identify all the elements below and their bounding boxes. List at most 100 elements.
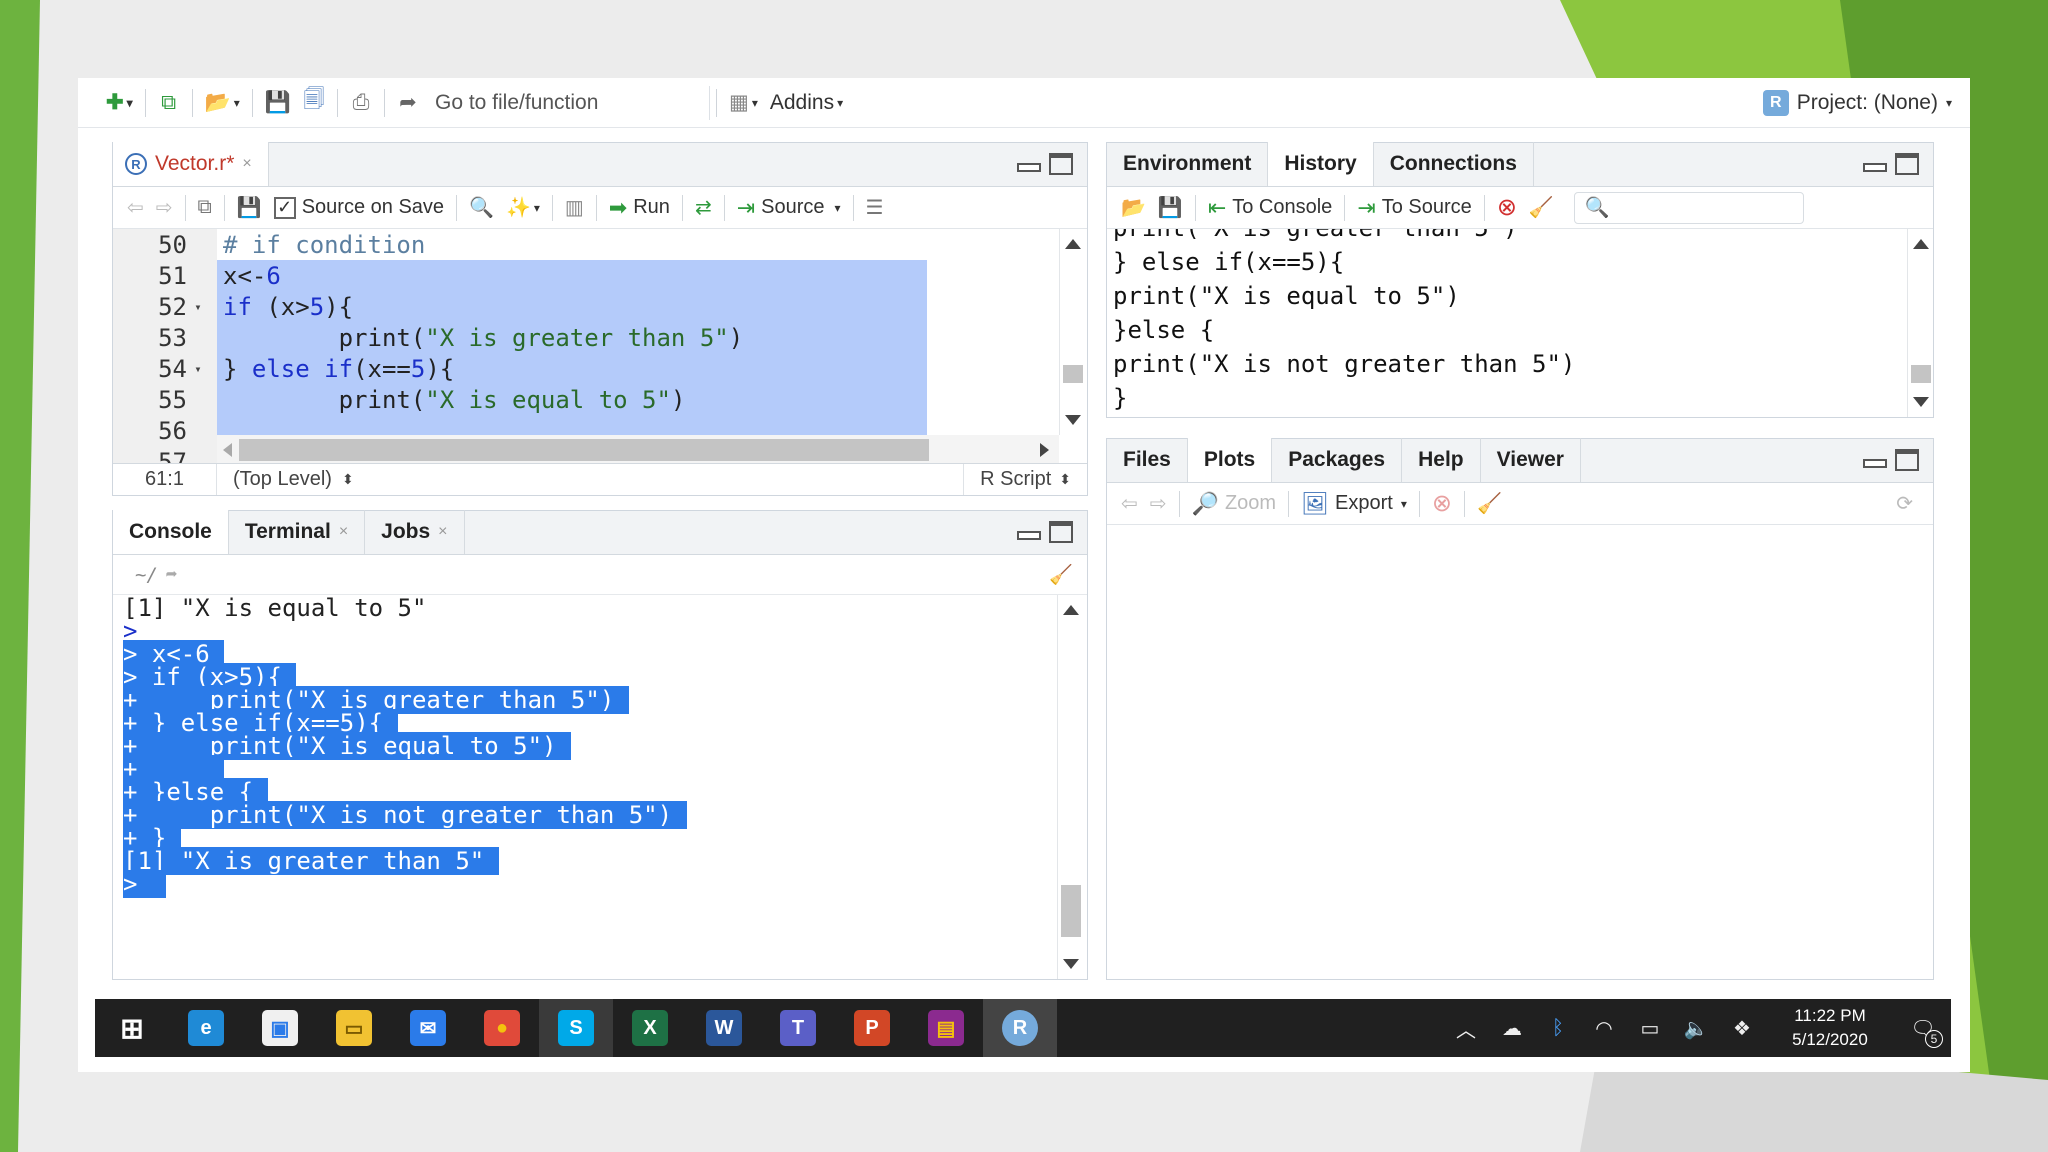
start-button[interactable]: ⊞	[95, 999, 169, 1057]
file-type-selector[interactable]: R Script ⬍	[963, 464, 1087, 495]
save-all-icon[interactable]: 🗐	[299, 86, 329, 120]
code-line[interactable]: 50 # if condition	[113, 229, 1059, 260]
chrome-app[interactable]: ●	[465, 999, 539, 1057]
word-app[interactable]: W	[687, 999, 761, 1057]
scroll-down-icon[interactable]	[1913, 397, 1929, 407]
export-button[interactable]: 🖼 Export ▾	[1295, 488, 1413, 520]
compile-report-icon[interactable]: ▥	[559, 192, 590, 224]
history-search-input[interactable]: 🔍	[1573, 191, 1804, 224]
remove-entries-icon[interactable]: ⊗	[1491, 192, 1523, 224]
editor-horizontal-scrollbar[interactable]	[217, 435, 1059, 465]
rstudio-app[interactable]: R	[983, 999, 1057, 1057]
forward-arrow-icon[interactable]: ⇨	[150, 192, 179, 224]
run-button[interactable]: ➡ Run	[603, 192, 676, 224]
bluetooth-icon[interactable]: ᛒ	[1535, 1017, 1581, 1040]
new-file-icon[interactable]: ✚ ▾	[102, 86, 137, 120]
chevron-up-icon[interactable]: ︿	[1443, 1014, 1489, 1043]
scroll-up-icon[interactable]	[1913, 239, 1929, 249]
scroll-down-icon[interactable]	[1065, 415, 1081, 425]
history-entry[interactable]: print("X is not greater than 5")	[1113, 347, 1575, 381]
goto-file-function-input[interactable]: Go to file/function	[425, 85, 710, 120]
tab-history[interactable]: History	[1268, 142, 1374, 186]
new-project-icon[interactable]: ⧉	[154, 86, 184, 120]
search-icon[interactable]: 🔍	[463, 192, 500, 224]
to-source-button[interactable]: ⇥ To Source	[1351, 192, 1478, 224]
tab-files[interactable]: Files	[1107, 438, 1188, 482]
history-entry[interactable]: print("X is greater than 5")	[1113, 229, 1518, 245]
maximize-pane-icon[interactable]	[1895, 153, 1919, 175]
battery-icon[interactable]: ▭	[1627, 1016, 1673, 1041]
scrollbar-thumb[interactable]	[1063, 365, 1083, 383]
source-on-save-checkbox[interactable]: ✓ Source on Save	[268, 192, 450, 224]
remove-plot-icon[interactable]: ⊗	[1426, 488, 1458, 520]
code-line[interactable]: 52 ▾ if (x> 5){	[113, 291, 1059, 322]
rerun-icon[interactable]: ⇄	[689, 192, 718, 224]
addins-menu[interactable]: Addins ▾	[766, 86, 847, 120]
maximize-pane-icon[interactable]	[1895, 449, 1919, 471]
save-icon[interactable]: 💾	[261, 86, 295, 120]
source-button[interactable]: ⇥ Source ▾	[731, 192, 847, 224]
wifi-icon[interactable]: ◠	[1581, 1016, 1627, 1041]
clear-plots-broom-icon[interactable]: 🧹	[1471, 488, 1508, 520]
volume-icon[interactable]: 🔈	[1673, 1016, 1719, 1041]
scroll-up-icon[interactable]	[1063, 605, 1079, 615]
scrollbar-thumb[interactable]	[1061, 885, 1081, 937]
maximize-pane-icon[interactable]	[1049, 153, 1073, 175]
history-entry[interactable]: }	[1113, 381, 1127, 415]
next-plot-icon[interactable]: ⇨	[1144, 488, 1173, 520]
tab-packages[interactable]: Packages	[1272, 438, 1403, 482]
document-outline-icon[interactable]: ☰	[860, 192, 890, 224]
show-in-window-icon[interactable]: ⧉	[192, 192, 218, 224]
to-console-button[interactable]: ⇤ To Console	[1202, 192, 1339, 224]
minimize-pane-icon[interactable]	[1015, 153, 1041, 175]
fold-chevron-icon[interactable]: ▾	[189, 362, 207, 376]
working-directory[interactable]: ~/	[135, 564, 158, 586]
tab-vector-r[interactable]: R Vector.r* ×	[113, 142, 269, 186]
save-history-icon[interactable]: 💾	[1152, 192, 1189, 224]
scroll-down-icon[interactable]	[1063, 959, 1079, 969]
code-line[interactable]: 54 ▾} else if (x== 5){	[113, 353, 1059, 384]
history-entry[interactable]: } else if(x==5){	[1113, 245, 1344, 279]
tab-environment[interactable]: Environment	[1107, 142, 1269, 186]
tab-jobs[interactable]: Jobs ×	[365, 510, 465, 554]
refresh-icon[interactable]: ⟳	[1890, 488, 1919, 520]
tab-viewer[interactable]: Viewer	[1481, 438, 1581, 482]
open-file-icon[interactable]: 📂 ▾	[201, 86, 244, 120]
goto-directory-icon[interactable]: ➦	[166, 564, 177, 586]
minimize-pane-icon[interactable]	[1861, 153, 1887, 175]
maximize-pane-icon[interactable]	[1049, 521, 1073, 543]
code-line[interactable]: 53 print("X is greater than 5")	[113, 322, 1059, 353]
clear-history-broom-icon[interactable]: 🧹	[1523, 192, 1560, 224]
close-tab-icon[interactable]: ×	[242, 155, 251, 173]
edge-app[interactable]: e	[169, 999, 243, 1057]
tab-help[interactable]: Help	[1402, 438, 1481, 482]
scroll-left-icon[interactable]	[223, 443, 232, 457]
scroll-up-icon[interactable]	[1065, 239, 1081, 249]
explorer-app[interactable]: ▭	[317, 999, 391, 1057]
project-menu[interactable]: R Project: (None) ▾	[1762, 78, 1952, 128]
history-entry[interactable]: print("X is equal to 5")	[1113, 279, 1460, 313]
save-file-icon[interactable]: 💾	[231, 192, 268, 224]
skype-app[interactable]: S	[539, 999, 613, 1057]
code-line[interactable]: 51 x <- 6	[113, 260, 1059, 291]
zoom-button[interactable]: 🔎 Zoom	[1186, 488, 1283, 520]
clock[interactable]: 11:22 PM 5/12/2020	[1765, 1004, 1895, 1052]
pane-layout-icon[interactable]: ▦ ▾	[725, 86, 762, 120]
mail-app[interactable]: ✉	[391, 999, 465, 1057]
scrollbar-thumb[interactable]	[1911, 365, 1931, 383]
history-vertical-scrollbar[interactable]	[1907, 229, 1933, 417]
excel-app[interactable]: X	[613, 999, 687, 1057]
powerpoint-app[interactable]: P	[835, 999, 909, 1057]
previous-plot-icon[interactable]: ⇦	[1115, 488, 1144, 520]
history-list[interactable]: print("X is greater than 5")} else if(x=…	[1107, 229, 1893, 419]
back-arrow-icon[interactable]: ⇦	[121, 192, 150, 224]
tab-connections[interactable]: Connections	[1374, 142, 1534, 186]
clear-console-broom-icon[interactable]: 🧹	[1049, 563, 1073, 586]
scope-selector[interactable]: (Top Level) ⬍	[217, 464, 370, 495]
code-line[interactable]: 55 print("X is equal to 5")	[113, 384, 1059, 415]
print-icon[interactable]: ⎙	[346, 86, 376, 120]
close-tab-icon[interactable]: ×	[438, 523, 447, 541]
dropbox-icon[interactable]: ❖	[1719, 1016, 1765, 1041]
scroll-right-icon[interactable]	[1040, 443, 1049, 457]
tab-terminal[interactable]: Terminal ×	[229, 510, 366, 554]
